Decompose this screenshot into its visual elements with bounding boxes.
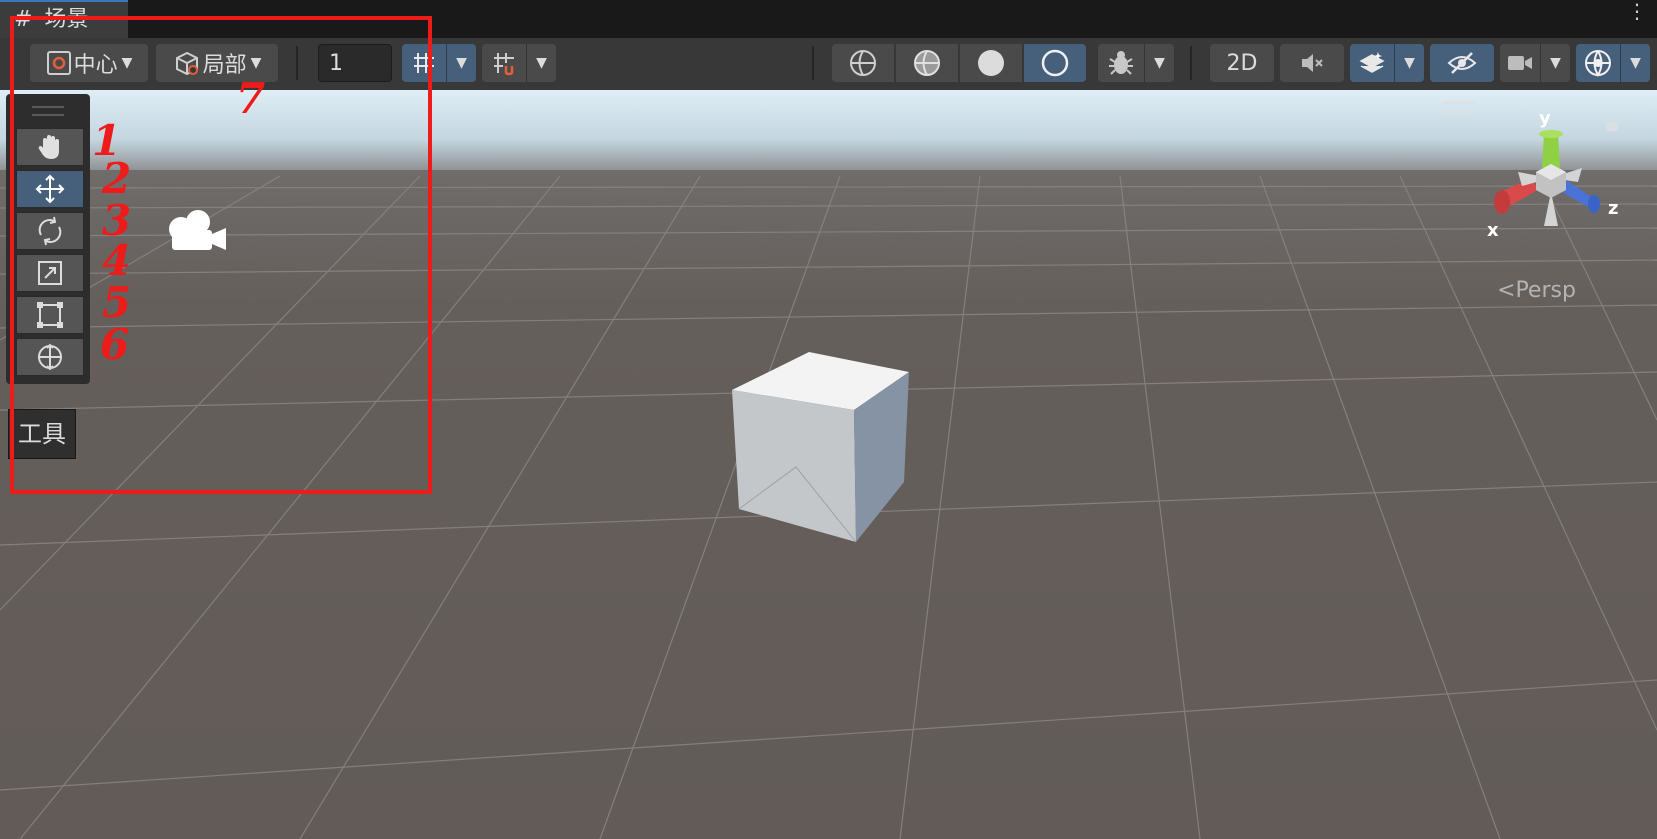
chevron-down-icon: ▼ [1154,55,1165,71]
rendered-shading-button[interactable] [1024,44,1086,82]
chevron-down-icon: ▼ [1550,55,1561,71]
audio-toggle-button[interactable] [1280,44,1344,82]
projection-toggle[interactable]: <Persp [1497,278,1576,303]
increment-snap-dropdown[interactable]: ▼ [526,44,556,82]
effects-toggle-button[interactable] [1350,44,1394,82]
effects-layers-icon [1359,52,1385,73]
gizmo-y-label: y [1539,108,1551,129]
annotation-number-4: 4 [102,236,132,285]
annotation-number-2: 2 [102,154,132,203]
debug-draw-mode-button[interactable] [1098,44,1144,82]
cube-object[interactable] [724,352,924,552]
gizmo-z-label: z [1608,198,1619,219]
toggle-2d-label: 2D [1226,50,1258,76]
separator [1190,46,1192,80]
scene-visibility-button[interactable] [1430,44,1494,82]
shaded-wireframe-button[interactable] [896,44,958,82]
separator [812,46,814,80]
chevron-down-icon: ▼ [456,55,467,71]
gizmos-toggle-button[interactable] [1576,44,1620,82]
increment-snap-icon [494,53,514,76]
audio-muted-icon [1302,54,1323,72]
scene-camera-dropdown[interactable]: ▼ [1540,44,1570,82]
annotation-box [10,16,432,494]
rendered-sphere-icon [1041,49,1069,77]
wireframe-sphere-icon [850,50,876,76]
chevron-down-icon: ▼ [1404,55,1415,71]
shaded-wireframe-sphere-icon [914,50,940,76]
more-options-icon[interactable]: ⋮ [1627,1,1647,21]
projection-label: Persp [1515,278,1576,303]
debug-draw-mode-dropdown[interactable]: ▼ [1144,44,1174,82]
grid-snap-dropdown[interactable]: ▼ [446,44,476,82]
chevron-left-icon: < [1497,278,1516,303]
annotation-number-5: 5 [102,278,132,327]
effects-dropdown[interactable]: ▼ [1394,44,1424,82]
scene-gizmo-handle-icon[interactable] [1442,102,1474,113]
shaded-button[interactable] [960,44,1022,82]
gizmo-x-label: x [1487,220,1499,241]
wireframe-shading-button[interactable] [832,44,894,82]
shaded-sphere-icon [978,50,1004,76]
orientation-gizmo[interactable] [1478,128,1618,238]
annotation-number-6: 6 [100,320,130,369]
gizmo-sphere-icon [1585,50,1611,77]
video-camera-icon [1508,56,1532,70]
eye-slash-icon [1447,52,1477,74]
increment-snap-toggle[interactable] [482,44,526,82]
annotation-number-7: 7 [236,74,266,123]
gizmos-dropdown[interactable]: ▼ [1620,44,1650,82]
bug-icon [1109,51,1133,75]
chevron-down-icon: ▼ [1630,55,1641,71]
toggle-2d-button[interactable]: 2D [1210,44,1274,82]
chevron-down-icon: ▼ [536,55,547,71]
scene-camera-button[interactable] [1500,44,1540,82]
